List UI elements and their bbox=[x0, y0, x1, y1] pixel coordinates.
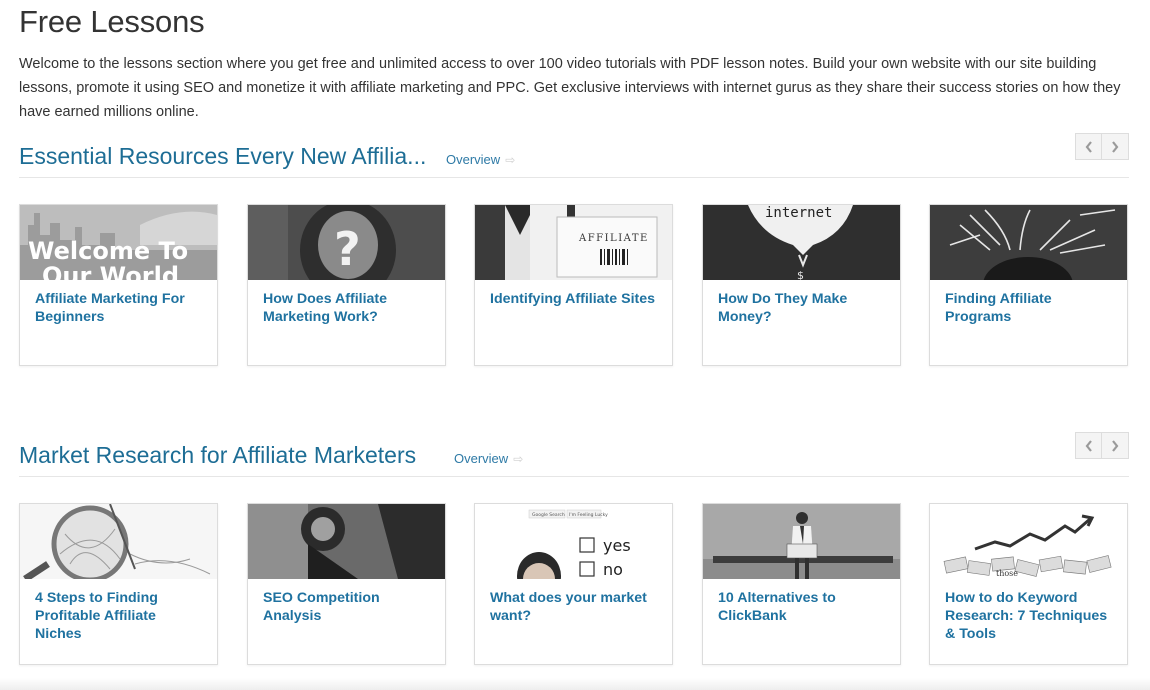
lesson-card[interactable]: Finding Affiliate Programs bbox=[929, 204, 1128, 366]
chevron-right-icon bbox=[1112, 140, 1119, 153]
thumbnail-caption: AFFILIATE bbox=[578, 233, 649, 244]
overview-link[interactable]: Overview ⇨ bbox=[446, 152, 515, 167]
thumbnail-caption: Welcome To bbox=[28, 237, 188, 265]
lesson-thumbnail[interactable]: AFFILIATE bbox=[475, 205, 672, 280]
chevron-right-icon bbox=[1112, 439, 1119, 452]
lesson-title[interactable]: What does your market want? bbox=[475, 579, 672, 625]
thumbnail-caption: Google Search bbox=[532, 512, 565, 518]
chevron-left-icon bbox=[1085, 140, 1092, 153]
lesson-title[interactable]: Finding Affiliate Programs bbox=[930, 280, 1127, 326]
lesson-thumbnail[interactable] bbox=[703, 504, 900, 579]
lesson-title[interactable]: How Do They Make Money? bbox=[703, 280, 900, 326]
lesson-thumbnail[interactable] bbox=[930, 205, 1127, 280]
chevron-left-icon bbox=[1085, 439, 1092, 452]
carousel-prev-button[interactable] bbox=[1075, 432, 1102, 459]
carousel-next-button[interactable] bbox=[1102, 432, 1129, 459]
lesson-card[interactable]: those How to do Keyword Research: 7 Tech… bbox=[929, 503, 1128, 665]
lesson-thumbnail[interactable]: those bbox=[930, 504, 1127, 579]
overview-label: Overview bbox=[446, 152, 501, 167]
overview-link[interactable]: Overview ⇨ bbox=[454, 451, 523, 466]
lesson-card[interactable]: Welcome To Our World Affiliate Marketing… bbox=[19, 204, 218, 366]
lesson-title[interactable]: SEO Competition Analysis bbox=[248, 579, 445, 625]
arrow-right-icon: ⇨ bbox=[513, 452, 524, 466]
lesson-title[interactable]: Identifying Affiliate Sites bbox=[475, 280, 672, 308]
lesson-section-market-research: Market Research for Affiliate Marketers … bbox=[19, 432, 1129, 665]
thumbnail-caption: internet bbox=[765, 205, 832, 221]
lesson-title[interactable]: How to do Keyword Research: 7 Techniques… bbox=[930, 579, 1127, 643]
overview-label: Overview bbox=[454, 451, 509, 466]
lesson-carousel: 4 Steps to Finding Profitable Affiliate … bbox=[19, 503, 1129, 665]
lesson-thumbnail[interactable] bbox=[20, 504, 217, 579]
svg-text:?: ? bbox=[334, 222, 361, 276]
section-title[interactable]: Market Research for Affiliate Marketers bbox=[19, 442, 416, 469]
lesson-card[interactable]: 4 Steps to Finding Profitable Affiliate … bbox=[19, 503, 218, 665]
section-title[interactable]: Essential Resources Every New Affilia... bbox=[19, 143, 426, 170]
lesson-card[interactable]: ? How Does Affiliate Marketing Work? bbox=[247, 204, 446, 366]
intro-text: Welcome to the lessons section where you… bbox=[19, 56, 1121, 120]
lesson-thumbnail[interactable]: internet $ bbox=[703, 205, 900, 280]
lesson-title[interactable]: 10 Alternatives to ClickBank bbox=[703, 579, 900, 625]
carousel-pager bbox=[1075, 133, 1129, 160]
lesson-card[interactable]: Google Search I'm Feeling Lucky yes no W… bbox=[474, 503, 673, 665]
lesson-card[interactable]: SEO Competition Analysis bbox=[247, 503, 446, 665]
thumbnail-caption: I'm Feeling Lucky bbox=[569, 512, 608, 518]
arrow-right-icon: ⇨ bbox=[505, 153, 516, 167]
thumbnail-caption: Our World bbox=[42, 262, 179, 280]
thumbnail-caption: no bbox=[603, 560, 623, 579]
lesson-thumbnail[interactable]: ? bbox=[248, 205, 445, 280]
lesson-card[interactable]: internet $ How Do They Make Money? bbox=[702, 204, 901, 366]
lesson-card[interactable]: 10 Alternatives to ClickBank bbox=[702, 503, 901, 665]
svg-text:$: $ bbox=[797, 269, 804, 280]
thumbnail-caption: those bbox=[996, 569, 1018, 578]
lesson-card[interactable]: AFFILIATE Identifying Affiliate Sites bbox=[474, 204, 673, 366]
lesson-thumbnail[interactable] bbox=[248, 504, 445, 579]
lesson-section-essential-resources: Essential Resources Every New Affilia...… bbox=[19, 133, 1129, 366]
lesson-carousel: Welcome To Our World Affiliate Marketing… bbox=[19, 204, 1129, 366]
section-header: Market Research for Affiliate Marketers … bbox=[19, 432, 1129, 477]
lesson-title[interactable]: Affiliate Marketing For Beginners bbox=[20, 280, 217, 326]
lesson-title[interactable]: 4 Steps to Finding Profitable Affiliate … bbox=[20, 579, 217, 643]
lesson-thumbnail[interactable]: Welcome To Our World bbox=[20, 205, 217, 280]
carousel-pager bbox=[1075, 432, 1129, 459]
section-header: Essential Resources Every New Affilia...… bbox=[19, 133, 1129, 178]
thumbnail-caption: yes bbox=[603, 536, 631, 555]
carousel-next-button[interactable] bbox=[1102, 133, 1129, 160]
lesson-title[interactable]: How Does Affiliate Marketing Work? bbox=[248, 280, 445, 326]
page-bottom-fade bbox=[0, 678, 1150, 690]
lesson-thumbnail[interactable]: Google Search I'm Feeling Lucky yes no bbox=[475, 504, 672, 579]
carousel-prev-button[interactable] bbox=[1075, 133, 1102, 160]
page-title: Free Lessons bbox=[19, 4, 205, 39]
